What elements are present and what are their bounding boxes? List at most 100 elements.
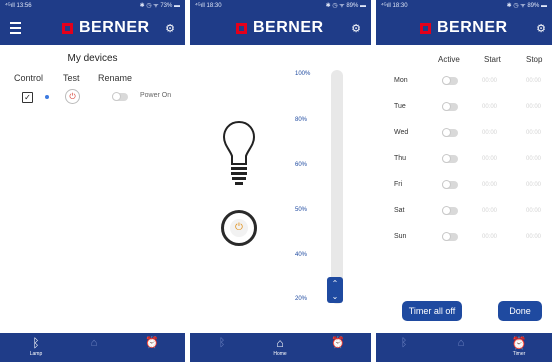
stop-time[interactable]: 00:00 [526, 182, 541, 188]
column-stop: Stop [526, 55, 543, 64]
day-label: Mon [394, 77, 408, 84]
home-icon: ⌂ [457, 337, 465, 349]
start-time[interactable]: 00:00 [482, 104, 497, 110]
power-status: Power On [140, 92, 172, 99]
app-header: BERNER ⚙ [190, 13, 371, 45]
test-power-button[interactable]: ⏻ [65, 89, 80, 104]
status-bar: ⁴ᴳıll 18:30 ✱ ◷ ᯤ 89% ▬ [376, 0, 552, 13]
day-label: Wed [394, 129, 409, 136]
app-header: BERNER ⚙ [0, 13, 185, 45]
control-checkbox[interactable]: ✓ [22, 92, 33, 103]
start-time[interactable]: 00:00 [482, 156, 497, 162]
berner-logo: BERNER [62, 19, 150, 37]
chevron-down-icon[interactable]: ⌄ [327, 290, 343, 303]
column-active: Active [438, 55, 460, 64]
day-label: Thu [394, 155, 407, 162]
start-time[interactable]: 00:00 [482, 78, 497, 84]
phone-my-devices: ⁴ᴳıll 13:56 ✱ ◷ ᯤ 73% ▬ BERNER ⚙ My devi… [0, 0, 185, 362]
day-label: Sun [394, 233, 407, 240]
day-active-toggle[interactable] [442, 128, 458, 137]
level-label: 40% [295, 252, 308, 258]
logo-mark [236, 22, 247, 34]
bottom-nav: ᛒ Lamp ⌂ ⏰ [0, 333, 185, 362]
berner-logo: BERNER [420, 19, 508, 37]
app-header: BERNER ⚙ [376, 13, 552, 45]
stop-time[interactable]: 00:00 [526, 208, 541, 214]
alarm-clock-icon: ⏰ [145, 337, 159, 349]
gear-icon[interactable]: ⚙ [351, 22, 361, 35]
stop-time[interactable]: 00:00 [526, 156, 541, 162]
level-label: 50% [295, 207, 308, 213]
nav-timer[interactable]: ⏰ [308, 336, 368, 350]
status-bar: ⁴ᴳıll 13:56 ✱ ◷ ᯤ 73% ▬ [0, 0, 185, 13]
nav-label: Home [273, 351, 287, 357]
gear-icon[interactable]: ⚙ [165, 22, 175, 35]
home-icon: ⌂ [276, 336, 284, 350]
nav-lamp[interactable]: ᛒ [192, 336, 252, 350]
column-start: Start [484, 55, 501, 64]
phone-timer: ⁴ᴳıll 18:30 ✱ ◷ ᯤ 89% ▬ BERNER ⚙ Active … [376, 0, 552, 362]
nav-home[interactable]: ⌂ Home [250, 336, 310, 357]
day-active-toggle[interactable] [442, 102, 458, 111]
day-label: Fri [394, 181, 403, 188]
stop-time[interactable]: 00:00 [526, 130, 541, 136]
logo-text: BERNER [253, 19, 324, 36]
power-icon: ⏻ [69, 92, 76, 101]
connection-indicator [45, 95, 49, 99]
level-label: 100% [295, 71, 311, 77]
nav-label: Timer [512, 351, 526, 357]
logo-text: BERNER [437, 19, 508, 36]
logo-mark [62, 22, 73, 34]
done-button[interactable]: Done [498, 301, 542, 321]
bluetooth-icon: ᛒ [218, 337, 226, 349]
gear-icon[interactable]: ⚙ [536, 22, 546, 35]
column-rename: Rename [98, 73, 133, 83]
start-time[interactable]: 00:00 [482, 182, 497, 188]
nav-lamp[interactable]: ᛒ Lamp [6, 336, 66, 357]
status-icons: ✱ ◷ ᯤ 89% ▬ [325, 3, 366, 9]
start-time[interactable]: 00:00 [482, 130, 497, 136]
dimmer-slider[interactable] [331, 70, 343, 304]
day-active-toggle[interactable] [442, 180, 458, 189]
dimmer-stepper[interactable]: ⌃ ⌄ [327, 277, 343, 303]
day-active-toggle[interactable] [442, 76, 458, 85]
nav-label: Lamp [29, 351, 43, 357]
stop-time[interactable]: 00:00 [526, 104, 541, 110]
nav-lamp[interactable]: ᛒ [376, 336, 434, 350]
berner-logo: BERNER [236, 19, 324, 37]
timer-all-off-button[interactable]: Timer all off [402, 301, 462, 321]
start-time[interactable]: 00:00 [482, 234, 497, 240]
level-label: 80% [295, 117, 308, 123]
stop-time[interactable]: 00:00 [526, 78, 541, 84]
bluetooth-icon: ᛒ [32, 336, 40, 350]
page-title: My devices [67, 53, 118, 64]
rename-toggle[interactable] [112, 92, 128, 101]
power-button[interactable]: ⏻ [221, 210, 257, 246]
stop-time[interactable]: 00:00 [526, 234, 541, 240]
status-time: ⁴ᴳıll 13:56 [5, 3, 32, 9]
status-time: ⁴ᴳıll 18:30 [381, 3, 408, 9]
column-test: Test [63, 73, 80, 83]
status-time: ⁴ᴳıll 18:30 [195, 3, 222, 9]
nav-timer[interactable]: ⏰ Timer [489, 336, 549, 357]
chevron-up-icon[interactable]: ⌃ [327, 277, 343, 290]
day-active-toggle[interactable] [442, 232, 458, 241]
alarm-clock-icon: ⏰ [331, 337, 345, 349]
lightbulb-icon [222, 120, 256, 185]
level-label: 20% [295, 296, 308, 302]
bottom-nav: ᛒ ⌂ Home ⏰ [190, 333, 371, 362]
nav-timer[interactable]: ⏰ [122, 336, 182, 350]
nav-home[interactable]: ⌂ [64, 336, 124, 350]
level-label: 60% [295, 162, 308, 168]
day-active-toggle[interactable] [442, 154, 458, 163]
day-label: Sat [394, 207, 405, 214]
logo-mark [420, 22, 431, 34]
power-icon: ⏻ [230, 219, 248, 237]
day-label: Tue [394, 103, 406, 110]
hamburger-icon[interactable] [10, 22, 21, 37]
alarm-clock-icon: ⏰ [511, 336, 527, 350]
nav-home[interactable]: ⌂ [431, 336, 491, 350]
phone-dimmer: ⁴ᴳıll 18:30 ✱ ◷ ᯤ 89% ▬ BERNER ⚙ ⏻ 100% … [190, 0, 371, 362]
start-time[interactable]: 00:00 [482, 208, 497, 214]
day-active-toggle[interactable] [442, 206, 458, 215]
